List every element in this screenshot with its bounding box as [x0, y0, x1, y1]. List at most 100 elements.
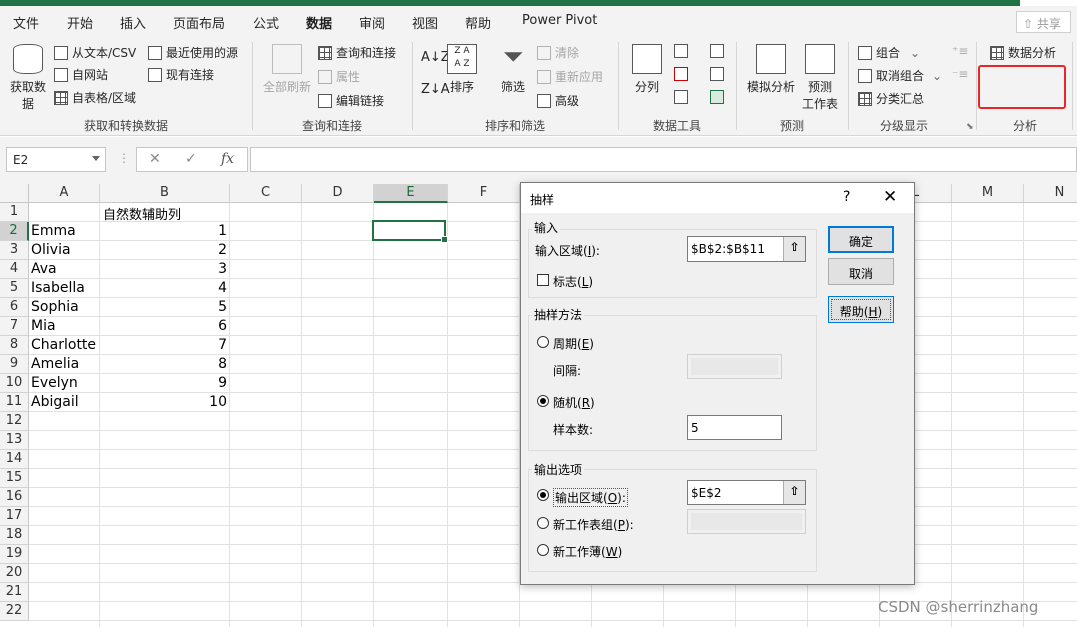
random-radio[interactable]	[537, 395, 549, 407]
tab-home[interactable]: 开始	[67, 13, 93, 32]
row-header-20[interactable]: 20	[0, 564, 29, 583]
from-text-csv-button[interactable]: 从文本/CSV	[54, 44, 136, 61]
from-web-button[interactable]: 自网站	[54, 66, 108, 83]
cell-b11[interactable]: 10	[100, 393, 227, 412]
data-validation-icon[interactable]	[674, 90, 688, 104]
cell-b4[interactable]: 3	[100, 260, 227, 279]
row-header-6[interactable]: 6	[0, 298, 29, 317]
text-to-columns-button[interactable]: 分列	[628, 44, 666, 95]
clear-filter-button[interactable]: 清除	[537, 44, 579, 61]
reapply-button[interactable]: 重新应用	[537, 68, 603, 85]
outline-settings-launcher-icon[interactable]: ⬊	[966, 122, 974, 132]
cell-b6[interactable]: 5	[100, 298, 227, 317]
new-worksheet-radio[interactable]	[537, 517, 549, 529]
what-if-analysis-button[interactable]: 模拟分析	[744, 44, 798, 95]
manage-data-model-icon[interactable]	[710, 90, 724, 104]
column-header-m[interactable]: M	[952, 184, 1024, 203]
column-header-n[interactable]: N	[1024, 184, 1077, 203]
column-header-c[interactable]: C	[230, 184, 302, 203]
sample-count-field[interactable]: 5	[687, 415, 782, 440]
cell-b9[interactable]: 8	[100, 355, 227, 374]
cell-a10[interactable]: Evelyn	[31, 374, 78, 393]
cell-b7[interactable]: 6	[100, 317, 227, 336]
row-header-16[interactable]: 16	[0, 488, 29, 507]
cell-b10[interactable]: 9	[100, 374, 227, 393]
row-header-15[interactable]: 15	[0, 469, 29, 488]
cell-a11[interactable]: Abigail	[31, 393, 79, 412]
insert-function-icon[interactable]: fx	[221, 151, 234, 167]
column-header-d[interactable]: D	[302, 184, 374, 203]
output-range-radio[interactable]	[537, 489, 549, 501]
show-detail-icon[interactable]: ⁺≡	[952, 44, 968, 58]
row-header-18[interactable]: 18	[0, 526, 29, 545]
row-header-22[interactable]: 22	[0, 602, 29, 621]
row-header-14[interactable]: 14	[0, 450, 29, 469]
row-header-21[interactable]: 21	[0, 583, 29, 602]
select-all-corner[interactable]	[0, 184, 29, 203]
cell-a4[interactable]: Ava	[31, 260, 57, 279]
column-header-f[interactable]: F	[448, 184, 520, 203]
row-header-13[interactable]: 13	[0, 431, 29, 450]
column-header-b[interactable]: B	[100, 184, 230, 203]
row-header-11[interactable]: 11	[0, 393, 29, 412]
cell-a6[interactable]: Sophia	[31, 298, 79, 317]
edit-links-button[interactable]: 编辑链接	[318, 92, 384, 109]
collapse-dialog-icon[interactable]: ⇧	[783, 237, 805, 261]
collapse-dialog-icon[interactable]: ⇧	[783, 481, 805, 504]
group-button[interactable]: 组合 ⌄	[858, 44, 920, 61]
row-header-12[interactable]: 12	[0, 412, 29, 431]
advanced-filter-button[interactable]: 高级	[537, 92, 579, 109]
cell-b2[interactable]: 1	[100, 222, 227, 241]
enter-formula-icon[interactable]: ✓	[185, 151, 197, 167]
interval-field[interactable]	[687, 354, 782, 379]
row-header-4[interactable]: 4	[0, 260, 29, 279]
cell-a2[interactable]: Emma	[31, 222, 76, 241]
new-workbook-radio[interactable]	[537, 544, 549, 556]
row-header-17[interactable]: 17	[0, 507, 29, 526]
queries-connections-button[interactable]: 查询和连接	[318, 44, 396, 61]
from-table-button[interactable]: 自表格/区域	[54, 89, 136, 106]
subtotal-button[interactable]: 分类汇总	[858, 90, 924, 107]
row-header-9[interactable]: 9	[0, 355, 29, 374]
row-header-2[interactable]: 2	[0, 222, 29, 241]
tab-power-pivot[interactable]: Power Pivot	[522, 13, 597, 28]
cell-a8[interactable]: Charlotte	[31, 336, 96, 355]
dialog-titlebar[interactable]: 抽样 ? ✕	[521, 183, 914, 213]
relationships-icon[interactable]	[710, 67, 724, 81]
cell-b8[interactable]: 7	[100, 336, 227, 355]
close-icon[interactable]: ✕	[883, 187, 897, 207]
cancel-formula-icon[interactable]: ✕	[149, 151, 161, 167]
refresh-all-button[interactable]: 全部刷新	[260, 44, 314, 95]
more-options-icon[interactable]: ⋮	[118, 151, 130, 165]
filter-button[interactable]: ⏷ 筛选	[496, 44, 530, 95]
hide-detail-icon[interactable]: ⁻≡	[952, 67, 968, 81]
row-header-19[interactable]: 19	[0, 545, 29, 564]
cell-b1[interactable]: 自然数辅助列	[103, 203, 181, 223]
tab-data[interactable]: 数据	[303, 13, 335, 39]
column-header-a[interactable]: A	[29, 184, 100, 203]
new-worksheet-field[interactable]	[687, 509, 806, 534]
active-cell-e2[interactable]	[372, 220, 448, 243]
output-range-field[interactable]: $E$2 ⇧	[687, 480, 806, 505]
existing-connections-button[interactable]: 现有连接	[148, 66, 214, 83]
forecast-sheet-button[interactable]: 预测 工作表	[800, 44, 840, 112]
column-header-e[interactable]: E	[374, 184, 448, 203]
tab-help[interactable]: 帮助	[465, 13, 491, 32]
ok-button[interactable]: 确定	[828, 226, 894, 253]
tab-file[interactable]: 文件	[13, 13, 39, 32]
name-box[interactable]: E2	[6, 147, 106, 172]
properties-button[interactable]: 属性	[318, 68, 360, 85]
tab-page-layout[interactable]: 页面布局	[173, 13, 225, 32]
consolidate-icon[interactable]	[710, 44, 724, 58]
cell-a5[interactable]: Isabella	[31, 279, 85, 298]
recent-sources-button[interactable]: 最近使用的源	[148, 44, 238, 61]
row-header-8[interactable]: 8	[0, 336, 29, 355]
tab-view[interactable]: 视图	[412, 13, 438, 32]
cancel-button[interactable]: 取消	[828, 258, 894, 285]
help-button[interactable]: 帮助(H)	[828, 296, 894, 323]
ungroup-button[interactable]: 取消组合 ⌄	[858, 67, 942, 84]
cell-b5[interactable]: 4	[100, 279, 227, 298]
labels-checkbox[interactable]	[537, 274, 549, 286]
input-range-field[interactable]: $B$2:$B$11 ⇧	[687, 236, 806, 262]
periodic-radio[interactable]	[537, 336, 549, 348]
